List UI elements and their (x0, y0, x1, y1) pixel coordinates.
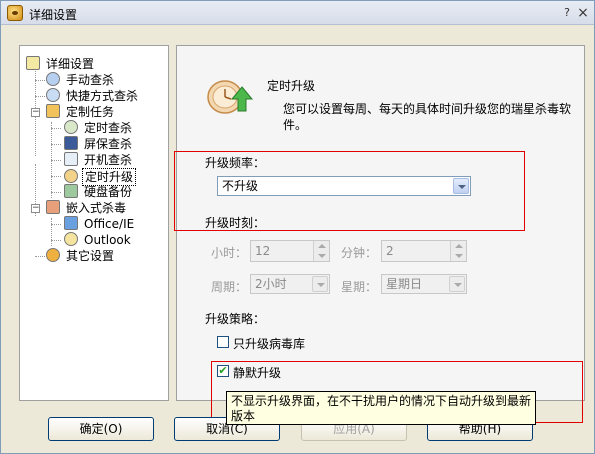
tree-item-other-settings[interactable]: 其它设置 (46, 248, 116, 264)
tree-item-label: 开机查杀 (84, 153, 133, 167)
virus-db-only-checkbox[interactable] (217, 336, 229, 348)
tree-item-disk-backup[interactable]: 硬盘备份 (64, 184, 134, 200)
tree-item-label: 硬盘备份 (84, 185, 133, 199)
minute-spinner[interactable]: 2 (381, 240, 467, 262)
tree-item-label: 手动查杀 (66, 73, 115, 87)
tree-item-label: Outlook (84, 233, 131, 247)
tree-item-shortcut-scan[interactable]: 快捷方式查杀 (46, 88, 140, 104)
tree-item-office-ie[interactable]: Office/IE (64, 216, 136, 232)
hour-value: 12 (255, 244, 271, 258)
settings-dialog: 详细设置 ? × − − 详细设置 手动查杀 快捷方式查杀 定制任务 定时查杀 … (0, 0, 595, 454)
boot-window-icon (64, 152, 78, 166)
tree-item-label: 定制任务 (66, 105, 115, 119)
weekday-label: 星期： (341, 280, 378, 294)
tree-connector (35, 80, 45, 81)
expander-embedded[interactable]: − (31, 204, 40, 213)
tree-connector (51, 218, 52, 246)
title-bar[interactable]: 详细设置 ? × (1, 1, 594, 25)
hour-spinner[interactable]: 12 (250, 240, 330, 262)
gear-icon (46, 248, 60, 262)
tree-item-label: 详细设置 (46, 57, 95, 71)
tree-item-embedded-scan[interactable]: 嵌入式杀毒 (46, 200, 128, 216)
tree-connector (51, 224, 61, 225)
strategy-label: 升级策略： (205, 312, 266, 326)
tree-item-timed-scan[interactable]: 定时查杀 (64, 120, 134, 136)
tree-item-label: 快捷方式查杀 (66, 89, 139, 103)
tree-connector (51, 128, 61, 129)
close-button[interactable]: × (575, 5, 591, 21)
period-label: 周期： (211, 280, 248, 294)
weekday-select[interactable]: 星期日 (381, 274, 467, 294)
silent-upgrade-tooltip: 不显示升级界面，在不干扰用户的情况下自动升级到最新版本 (226, 391, 536, 425)
tree-item-label: 嵌入式杀毒 (66, 201, 127, 215)
tree-item-boot-scan[interactable]: 开机查杀 (64, 152, 134, 168)
disk-backup-icon (64, 184, 78, 198)
tree-connector (51, 192, 61, 193)
help-title-button[interactable]: ? (559, 5, 575, 21)
tree-item-manual-scan[interactable]: 手动查杀 (46, 72, 116, 88)
tree-connector (51, 240, 61, 241)
tree-item-outlook[interactable]: Outlook (64, 232, 133, 248)
embedded-shield-icon (46, 200, 60, 214)
office-ie-icon (64, 216, 78, 230)
period-select[interactable]: 2小时 (250, 274, 330, 294)
tree-item-label: 定时查杀 (84, 121, 133, 135)
outlook-clock-icon (64, 232, 78, 246)
tree-item-label: Office/IE (84, 217, 135, 231)
section-title: 定时升级 (267, 79, 316, 93)
tree-item-label: 其它设置 (66, 249, 115, 263)
dropdown-arrow-icon[interactable] (312, 276, 328, 292)
tree-connector (51, 144, 61, 145)
section-description: 您可以设置每周、每天的具体时间升级您的瑞星杀毒软件。 (283, 102, 572, 132)
tree-connector (51, 160, 61, 161)
spinner-arrows-icon[interactable] (450, 241, 466, 261)
expander-custom-tasks[interactable]: − (31, 108, 40, 117)
tree-item-label: 屏保查杀 (84, 137, 133, 151)
tree-item-detail-settings[interactable]: 详细设置 (26, 56, 96, 72)
spinner-arrows-icon[interactable] (313, 241, 329, 261)
window-title: 详细设置 (29, 8, 78, 22)
tree-connector (35, 256, 45, 257)
settings-folder-icon (26, 56, 40, 70)
upgrade-clock-icon (64, 169, 78, 183)
ok-button[interactable]: 确定(O) (48, 417, 154, 441)
virus-db-only-label[interactable]: 只升级病毒库 (233, 335, 305, 352)
dropdown-arrow-icon[interactable] (449, 276, 465, 292)
tree-item-screensaver-scan[interactable]: 屏保查杀 (64, 136, 134, 152)
weekday-value: 星期日 (386, 277, 423, 291)
minute-label: 分钟： (341, 246, 378, 260)
settings-tree: − − 详细设置 手动查杀 快捷方式查杀 定制任务 定时查杀 屏保查杀 开机查杀… (19, 45, 169, 401)
period-value: 2小时 (255, 277, 287, 291)
clock-icon (64, 120, 78, 134)
tree-item-scheduled-upgrade[interactable]: 定时升级 (64, 168, 137, 186)
shortcut-scan-icon (46, 88, 60, 102)
tree-item-custom-tasks[interactable]: 定制任务 (46, 104, 116, 120)
minute-value: 2 (386, 244, 394, 258)
monitor-icon (64, 136, 78, 150)
task-folder-icon (46, 104, 60, 118)
hour-label: 小时： (211, 246, 248, 260)
highlight-box-frequency (174, 151, 525, 231)
rising-lion-icon (7, 5, 23, 21)
user-scan-icon (46, 72, 60, 86)
scheduled-upgrade-icon (207, 80, 254, 114)
tree-connector (51, 176, 61, 177)
tree-connector (35, 96, 45, 97)
